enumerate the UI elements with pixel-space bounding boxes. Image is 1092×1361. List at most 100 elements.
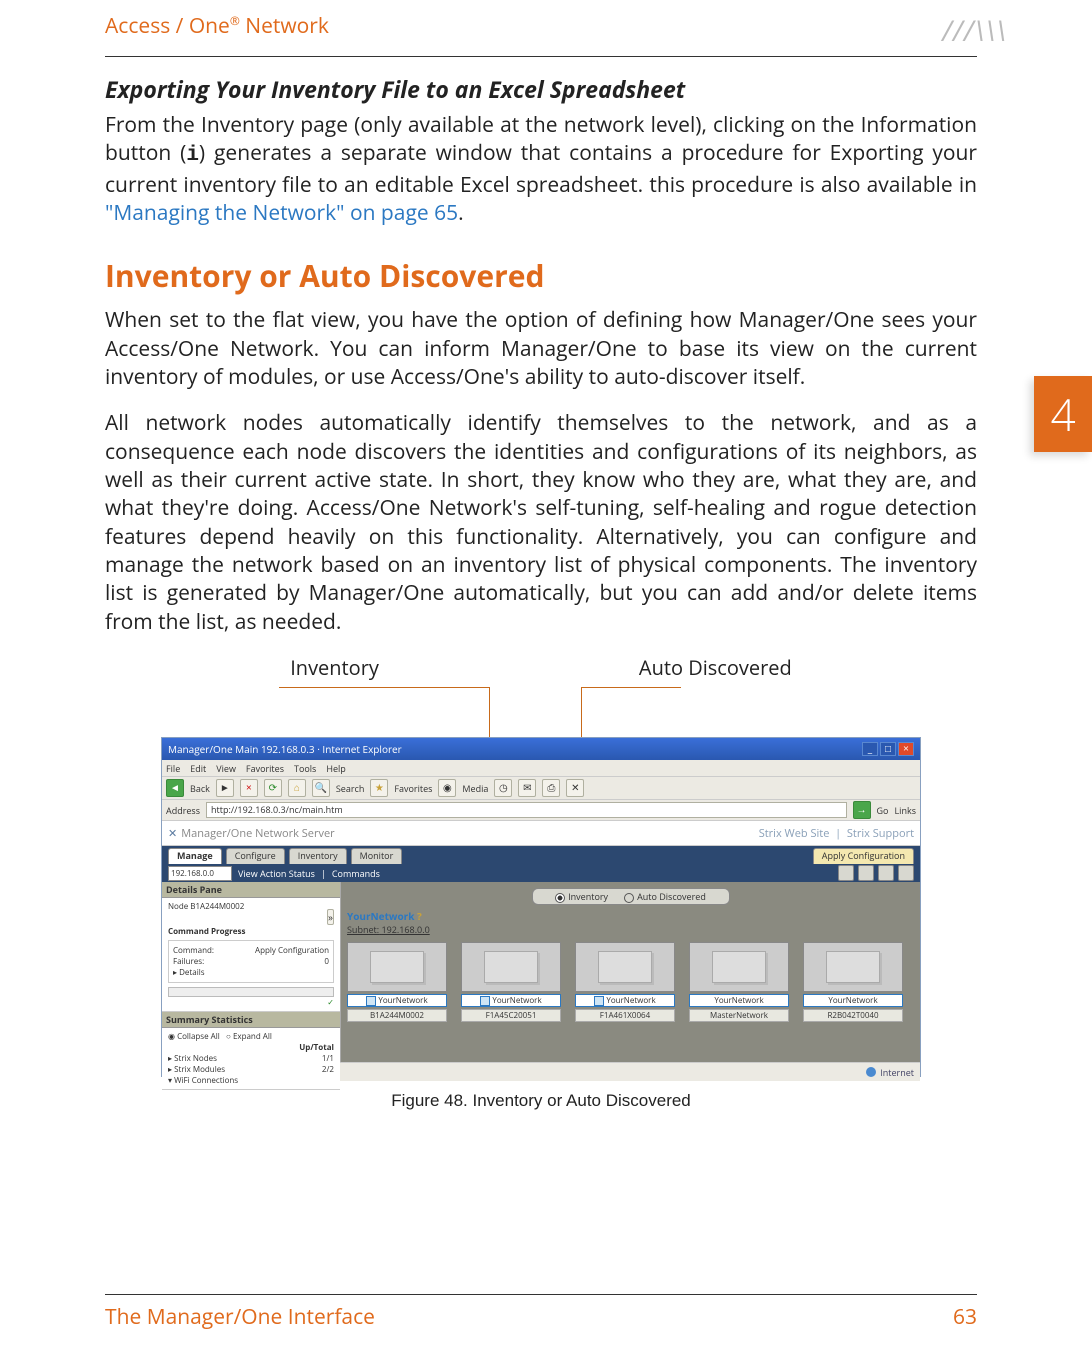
- node-checkbox[interactable]: [366, 996, 376, 1006]
- home-icon[interactable]: ⌂: [288, 779, 306, 797]
- node-id: R2B042T0040: [803, 1009, 903, 1022]
- back-button[interactable]: ◄: [166, 779, 184, 797]
- favorites-label: Favorites: [394, 782, 432, 795]
- strix-logo-icon: ✕: [168, 826, 177, 841]
- section-paragraph-2: All network nodes automatically identify…: [105, 409, 977, 636]
- node-icon: [689, 942, 789, 992]
- toolbar-icon-2[interactable]: [858, 865, 874, 881]
- radio-collapse[interactable]: ◉: [168, 1031, 177, 1042]
- media-label: Media: [462, 782, 488, 795]
- brand-title: Manager/One Network Server: [181, 826, 334, 841]
- command-label: Command:: [173, 945, 214, 956]
- info-button-glyph: i: [186, 144, 199, 167]
- network-name[interactable]: YourNetwork: [347, 909, 414, 923]
- subsection-title: Exporting Your Inventory File to an Exce…: [105, 73, 977, 105]
- zone-label: Internet: [880, 1066, 914, 1079]
- section-paragraph-1: When set to the flat view, you have the …: [105, 306, 977, 391]
- tab-monitor[interactable]: Monitor: [351, 848, 403, 864]
- window-title: Manager/One Main 192.168.0.3 · Internet …: [168, 742, 402, 756]
- command-progress-header: Command Progress: [168, 926, 334, 937]
- node-item[interactable]: YourNetwork R2B042T0040: [803, 942, 903, 1022]
- node-id: B1A244M0002: [347, 1009, 447, 1022]
- figure-48: Inventory Auto Discovered Manager/One Ma…: [105, 654, 977, 1111]
- cross-reference-link[interactable]: "Managing the Network" on page 65: [105, 199, 458, 227]
- collapse-pane-button[interactable]: »: [327, 909, 334, 925]
- print-icon[interactable]: ⎙: [542, 779, 560, 797]
- registered-mark: ®: [230, 12, 240, 29]
- tab-configure[interactable]: Configure: [226, 848, 285, 864]
- minimize-button[interactable]: _: [862, 742, 878, 756]
- tab-inventory[interactable]: Inventory: [289, 848, 347, 864]
- internet-zone-icon: [866, 1067, 876, 1077]
- subnet-label: Subnet:: [347, 923, 379, 936]
- address-input[interactable]: http://192.168.0.3/nc/main.htm: [206, 802, 847, 818]
- node-checkbox[interactable]: [594, 996, 604, 1006]
- node-checkbox[interactable]: [480, 996, 490, 1006]
- close-button[interactable]: ×: [898, 742, 914, 756]
- header-product: Access / One: [105, 12, 230, 40]
- node-id: MasterNetwork: [689, 1009, 789, 1022]
- summary-header: Summary Statistics: [162, 1012, 340, 1028]
- help-icon[interactable]: ?: [417, 909, 422, 923]
- menu-file[interactable]: File: [166, 762, 180, 775]
- view-action-status-link[interactable]: View Action Status: [238, 867, 315, 880]
- node-item[interactable]: YourNetwork B1A244M0002: [347, 942, 447, 1022]
- link-strix-site[interactable]: Strix Web Site: [759, 826, 830, 841]
- link-strix-support[interactable]: Strix Support: [847, 826, 914, 841]
- table-row: ▸ Strix Nodes1/1: [168, 1053, 334, 1064]
- screenshot-manager-one: Manager/One Main 192.168.0.3 · Internet …: [161, 737, 921, 1077]
- node-icon: [575, 942, 675, 992]
- strix-icon[interactable]: ✕: [566, 779, 584, 797]
- commands-link[interactable]: Commands: [332, 867, 380, 880]
- brand-bar: ✕ Manager/One Network Server Strix Web Si…: [162, 821, 920, 846]
- node-item[interactable]: YourNetwork MasterNetwork: [689, 942, 789, 1022]
- browser-toolbar: ◄ Back ► × ⟳ ⌂ 🔍 Search ★ Favorites ◉ Me…: [162, 777, 920, 800]
- apply-configuration-button[interactable]: Apply Configuration: [813, 848, 914, 864]
- window-titlebar: Manager/One Main 192.168.0.3 · Internet …: [162, 738, 920, 760]
- radio-expand[interactable]: ○: [226, 1031, 233, 1042]
- node-icon: [803, 942, 903, 992]
- node-id: F1A461X0064: [575, 1009, 675, 1022]
- action-bar: 192.168.0.0 View Action Status | Command…: [162, 864, 920, 882]
- history-icon[interactable]: ◷: [494, 779, 512, 797]
- menu-help[interactable]: Help: [326, 762, 345, 775]
- tab-manage[interactable]: Manage: [168, 848, 222, 864]
- subnet-value[interactable]: 192.168.0.0: [381, 923, 429, 936]
- ip-input[interactable]: 192.168.0.0: [168, 866, 232, 881]
- left-sidebar: Details Pane Node B1A244M0002 » Command …: [162, 882, 341, 1062]
- refresh-icon[interactable]: ⟳: [264, 779, 282, 797]
- page-footer: The Manager/One Interface 63: [105, 1294, 977, 1331]
- toolbar-icon-3[interactable]: [878, 865, 894, 881]
- table-row: ▾ WiFi Connections: [168, 1075, 334, 1086]
- toolbar-icon-4[interactable]: [898, 865, 914, 881]
- menu-edit[interactable]: Edit: [190, 762, 206, 775]
- go-button[interactable]: →: [853, 801, 871, 819]
- back-label: Back: [190, 782, 210, 795]
- forward-button[interactable]: ►: [216, 779, 234, 797]
- menubar: File Edit View Favorites Tools Help: [162, 760, 920, 777]
- main-content-pane: Inventory Auto Discovered YourNetwork ? …: [341, 882, 920, 1062]
- main-tabs: Manage Configure Inventory Monitor Apply…: [162, 846, 920, 864]
- table-row: ▸ Strix Modules2/2: [168, 1064, 334, 1075]
- page-header: Access / One® Network: [105, 12, 329, 40]
- stop-icon[interactable]: ×: [240, 779, 258, 797]
- maximize-button[interactable]: □: [880, 742, 896, 756]
- toolbar-icon-1[interactable]: [838, 865, 854, 881]
- node-item[interactable]: YourNetwork F1A45C20051: [461, 942, 561, 1022]
- up-total-col: Up/Total: [168, 1042, 334, 1053]
- favorites-icon[interactable]: ★: [370, 779, 388, 797]
- menu-favorites[interactable]: Favorites: [246, 762, 284, 775]
- menu-tools[interactable]: Tools: [294, 762, 316, 775]
- search-icon[interactable]: 🔍: [312, 779, 330, 797]
- section-title: Inventory or Auto Discovered: [105, 255, 977, 296]
- radio-auto-discovered[interactable]: [624, 893, 634, 903]
- search-label: Search: [336, 782, 365, 795]
- progress-bar: [168, 987, 334, 997]
- node-icon: [347, 942, 447, 992]
- callout-auto-discovered: Auto Discovered: [639, 654, 792, 681]
- menu-view[interactable]: View: [216, 762, 236, 775]
- media-icon[interactable]: ◉: [438, 779, 456, 797]
- node-item[interactable]: YourNetwork F1A461X0064: [575, 942, 675, 1022]
- mail-icon[interactable]: ✉: [518, 779, 536, 797]
- radio-inventory[interactable]: [555, 893, 565, 903]
